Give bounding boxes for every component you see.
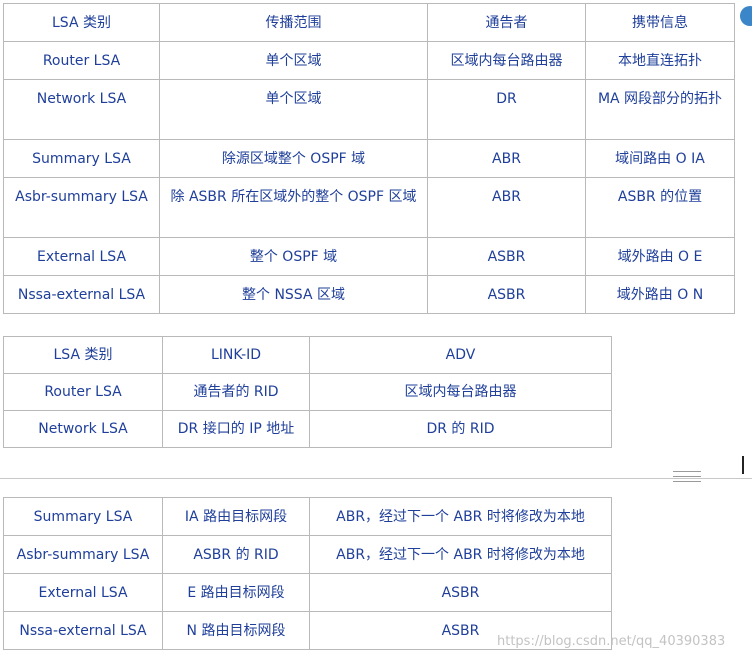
table-cell: Asbr-summary LSA [3,177,160,238]
lsa-propagation-table: LSA 类别 传播范围 通告者 携带信息 Router LSA 单个区域 区域内… [3,3,735,314]
table-cell: ABR，经过下一个 ABR 时将修改为本地 [309,497,612,536]
table-cell: ABR [427,177,586,238]
table-cell: 域外路由 O E [585,237,735,276]
lsa-summary-external-table: Summary LSA IA 路由目标网段 ABR，经过下一个 ABR 时将修改… [3,497,612,650]
table-cell: Router LSA [3,373,163,411]
table-cell: 除 ASBR 所在区域外的整个 OSPF 区域 [159,177,428,238]
table-cell: N 路由目标网段 [162,611,310,650]
table-cell: E 路由目标网段 [162,573,310,612]
table-row: Router LSA 单个区域 区域内每台路由器 本地直连拓扑 [3,41,735,80]
table-row: Network LSA 单个区域 DR MA 网段部分的拓扑 [3,79,735,140]
table-cell: ASBR 的 RID [162,535,310,574]
table-cell: IA 路由目标网段 [162,497,310,536]
table-cell: MA 网段部分的拓扑 [585,79,735,140]
table-cell: 单个区域 [159,41,428,80]
table-cell: 单个区域 [159,79,428,140]
header-cell: LSA 类别 [3,336,163,374]
table-cell: External LSA [3,573,163,612]
header-cell: 通告者 [427,3,586,42]
table-cell: Summary LSA [3,497,163,536]
table-cell: 除源区域整个 OSPF 域 [159,139,428,178]
table-cell: External LSA [3,237,160,276]
table-cell: ABR，经过下一个 ABR 时将修改为本地 [309,535,612,574]
table-cell: Network LSA [3,410,163,448]
header-cell: 携带信息 [585,3,735,42]
table-cell: ASBR [309,573,612,612]
table-cell: Asbr-summary LSA [3,535,163,574]
table-cell: Summary LSA [3,139,160,178]
table-row: External LSA E 路由目标网段 ASBR [3,573,612,612]
table-cell: 域间路由 O IA [585,139,735,178]
table-cell: DR 的 RID [309,410,612,448]
table-row: Summary LSA 除源区域整个 OSPF 域 ABR 域间路由 O IA [3,139,735,178]
table-cell: 整个 OSPF 域 [159,237,428,276]
header-cell: ADV [309,336,612,374]
table-row: Router LSA 通告者的 RID 区域内每台路由器 [3,373,612,411]
table-row: Summary LSA IA 路由目标网段 ABR，经过下一个 ABR 时将修改… [3,497,612,536]
table-cell: 域外路由 O N [585,275,735,314]
table-cell: DR 接口的 IP 地址 [162,410,310,448]
table-cell: Router LSA [3,41,160,80]
header-cell: 传播范围 [159,3,428,42]
table-cell: ASBR [427,237,586,276]
table-cell: Nssa-external LSA [3,611,163,650]
table-cell: ABR [427,139,586,178]
watermark: https://blog.csdn.net/qq_40390383 [497,634,726,649]
table-row: Nssa-external LSA 整个 NSSA 区域 ASBR 域外路由 O… [3,275,735,314]
table-cell: Network LSA [3,79,160,140]
table-cell: 通告者的 RID [162,373,310,411]
table-cell: Nssa-external LSA [3,275,160,314]
table-header-row: LSA 类别 LINK-ID ADV [3,336,612,374]
table-cell: 整个 NSSA 区域 [159,275,428,314]
table-cell: 区域内每台路由器 [427,41,586,80]
header-cell: LSA 类别 [3,3,160,42]
table-row: External LSA 整个 OSPF 域 ASBR 域外路由 O E [3,237,735,276]
table-cell: DR [427,79,586,140]
lsa-linkid-adv-table: LSA 类别 LINK-ID ADV Router LSA 通告者的 RID 区… [3,336,612,448]
table-cell: ASBR 的位置 [585,177,735,238]
text-cursor [742,456,744,474]
table-cell: 本地直连拓扑 [585,41,735,80]
section-divider [0,478,752,479]
table-row: Asbr-summary LSA 除 ASBR 所在区域外的整个 OSPF 区域… [3,177,735,238]
edge-badge-icon[interactable] [740,6,752,26]
table-header-row: LSA 类别 传播范围 通告者 携带信息 [3,3,735,42]
header-cell: LINK-ID [162,336,310,374]
table-row: Network LSA DR 接口的 IP 地址 DR 的 RID [3,410,612,448]
table-row: Asbr-summary LSA ASBR 的 RID ABR，经过下一个 AB… [3,535,612,574]
table-cell: ASBR [427,275,586,314]
table-cell: 区域内每台路由器 [309,373,612,411]
